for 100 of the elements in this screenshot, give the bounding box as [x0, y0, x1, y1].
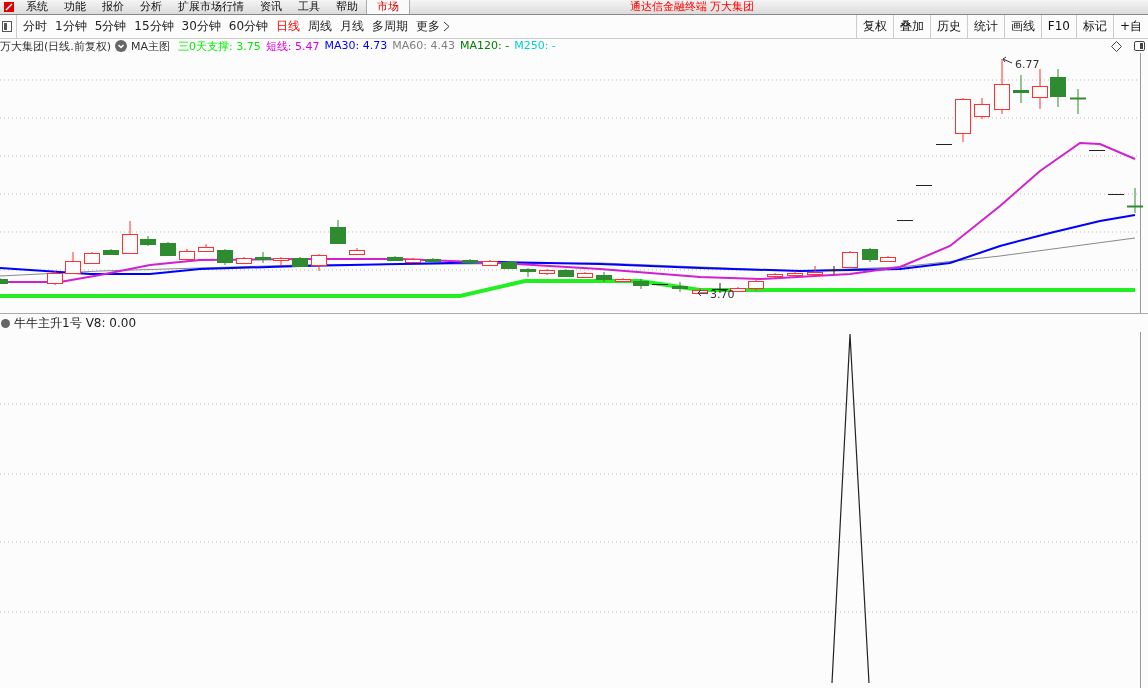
menu-item[interactable]: 市场: [366, 0, 410, 14]
candlestick: [787, 270, 803, 277]
candlestick: [482, 259, 498, 267]
tool-button[interactable]: 复权: [855, 15, 893, 38]
period-tab[interactable]: 多周期: [368, 18, 413, 35]
candlestick: [292, 256, 308, 268]
indicator-value: M250: -: [514, 38, 556, 54]
menu-item[interactable]: 系统: [18, 0, 56, 14]
candlestick: [103, 248, 119, 256]
candlestick: [807, 265, 823, 275]
chevron-icon: [443, 21, 451, 32]
candlestick: [501, 260, 517, 270]
candlestick: [236, 256, 252, 265]
menu-item[interactable]: 分析: [132, 0, 170, 14]
tool-button[interactable]: 统计: [966, 15, 1004, 38]
candlestick: [974, 97, 990, 120]
candlestick: [1013, 74, 1029, 104]
indicator-value: 短线: 5.47: [265, 38, 320, 54]
candlestick: [672, 281, 688, 293]
arrow-icon: [1002, 56, 1013, 64]
menu-item[interactable]: 功能: [56, 0, 94, 14]
tool-button[interactable]: 标记: [1075, 15, 1113, 38]
indicator-value: 三0天支撑: 3.75: [178, 38, 261, 54]
window-title: 通达信金融终端 万大集团: [630, 0, 755, 14]
candlestick: [915, 185, 933, 186]
candlestick: [330, 219, 346, 245]
tool-button[interactable]: 画线: [1003, 15, 1041, 38]
indicator-value: MA60: 4.43: [392, 38, 455, 54]
candlestick: [1050, 68, 1066, 108]
candlestick: [692, 287, 708, 294]
candlestick: [558, 268, 574, 278]
candlestick: [539, 268, 555, 276]
candlestick: [47, 270, 63, 286]
tool-button[interactable]: 叠加: [892, 15, 930, 38]
candlestick: [462, 258, 478, 264]
menu-item[interactable]: 资讯: [252, 0, 290, 14]
app-icon: [4, 2, 14, 12]
panel-toggle-icon[interactable]: [1134, 41, 1145, 51]
candlestick: [767, 272, 783, 279]
period-tab[interactable]: 周线: [304, 18, 337, 35]
menu-item[interactable]: 扩展市场行情: [170, 0, 252, 14]
candlestick: [880, 255, 896, 263]
candlestick: [1088, 150, 1106, 151]
indicator-icon[interactable]: [1, 318, 10, 328]
period-tab[interactable]: 5分钟: [90, 18, 131, 35]
period-tab[interactable]: 分时: [19, 18, 51, 35]
price-label: 3.70: [710, 288, 735, 301]
period-tab[interactable]: 1分钟: [51, 18, 91, 35]
diamond-icon[interactable]: [1111, 40, 1122, 52]
candlestick: [896, 220, 914, 221]
tool-button[interactable]: 历史: [929, 15, 967, 38]
period-tab[interactable]: 15分钟: [130, 18, 178, 35]
candlestick: [955, 97, 971, 143]
indicator-reading: V8: 0.00: [85, 316, 137, 330]
period-tab[interactable]: 60分钟: [224, 18, 273, 35]
menu-item[interactable]: 帮助: [328, 0, 366, 14]
candlestick: [633, 278, 649, 290]
candlestick: [179, 248, 195, 262]
indicator-value: MA30: 4.73: [324, 38, 388, 54]
candlestick: [596, 271, 612, 283]
template-label[interactable]: MA主图: [131, 38, 171, 54]
arrow-icon: [697, 289, 709, 297]
menu-item[interactable]: 报价: [94, 0, 132, 14]
candlestick: [122, 220, 138, 255]
candlestick: [140, 235, 156, 247]
candlestick: [0, 277, 8, 285]
period-tab[interactable]: 月线: [336, 18, 369, 35]
candlestick: [160, 241, 176, 257]
more-button[interactable]: 更多: [412, 18, 455, 35]
candlestick: [651, 284, 669, 285]
candlestick: [217, 248, 233, 266]
tool-button[interactable]: F10: [1040, 15, 1076, 38]
security-title: 万大集团(日线.前复权): [0, 38, 112, 54]
period-tab[interactable]: 30分钟: [177, 18, 225, 35]
candlestick: [520, 267, 536, 278]
candlestick: [387, 255, 403, 262]
candlestick: [84, 251, 100, 265]
candlestick: [748, 279, 764, 292]
period-tab[interactable]: 日线: [272, 18, 305, 35]
candlestick: [65, 251, 81, 275]
tool-button[interactable]: +自: [1112, 15, 1148, 38]
candlestick: [425, 257, 441, 263]
dropdown-icon[interactable]: [115, 40, 128, 52]
candlestick: [311, 253, 327, 272]
candlestick: [994, 58, 1010, 115]
candlestick: [405, 257, 421, 264]
candlestick: [935, 144, 953, 145]
candlestick: [862, 247, 878, 263]
indicator-value: MA120: -: [459, 38, 510, 54]
candlestick: [577, 271, 593, 279]
indicator-name: 牛牛主升1号: [14, 314, 82, 332]
candlestick: [273, 256, 289, 267]
candlestick: [1069, 88, 1087, 115]
panel-icon[interactable]: [2, 21, 12, 32]
candlestick: [615, 277, 631, 283]
price-label: 6.77: [1015, 58, 1040, 71]
candlestick: [255, 251, 271, 264]
candlestick: [1032, 68, 1048, 110]
candlestick: [349, 247, 365, 256]
menu-item[interactable]: 工具: [290, 0, 328, 14]
